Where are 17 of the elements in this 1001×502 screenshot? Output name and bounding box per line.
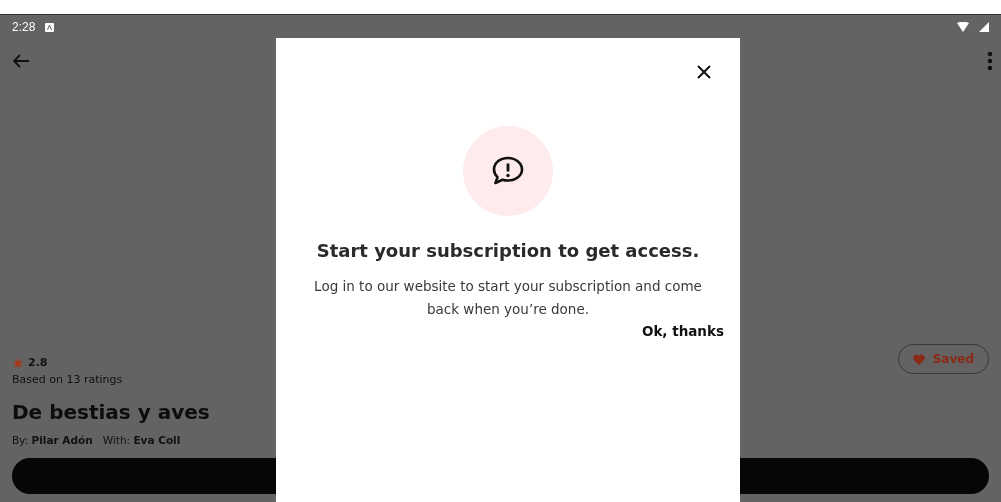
heart-icon bbox=[912, 353, 925, 365]
dialog-message: Log in to our website to start your subscription and come back when you’re done. bbox=[313, 277, 703, 319]
ratings-count: Based on 13 ratings bbox=[12, 373, 124, 386]
star-icon bbox=[12, 356, 24, 369]
notification-icon bbox=[45, 22, 55, 32]
book-credits: By: Pilar Adón With: Eva Coll bbox=[12, 434, 182, 446]
close-icon bbox=[697, 65, 711, 79]
ok-thanks-button[interactable]: Ok, thanks bbox=[641, 323, 724, 339]
wifi-icon bbox=[957, 22, 969, 32]
dialog-title: Start your subscription to get access. bbox=[316, 240, 700, 261]
alert-chat-icon bbox=[491, 155, 525, 187]
rating-value: 2.8 bbox=[28, 356, 48, 369]
more-options-icon[interactable] bbox=[987, 51, 993, 71]
back-arrow-icon[interactable] bbox=[12, 54, 30, 68]
book-title: De bestias y aves bbox=[12, 400, 211, 424]
status-time: 2:28 bbox=[12, 20, 36, 34]
signal-icon bbox=[979, 22, 989, 32]
